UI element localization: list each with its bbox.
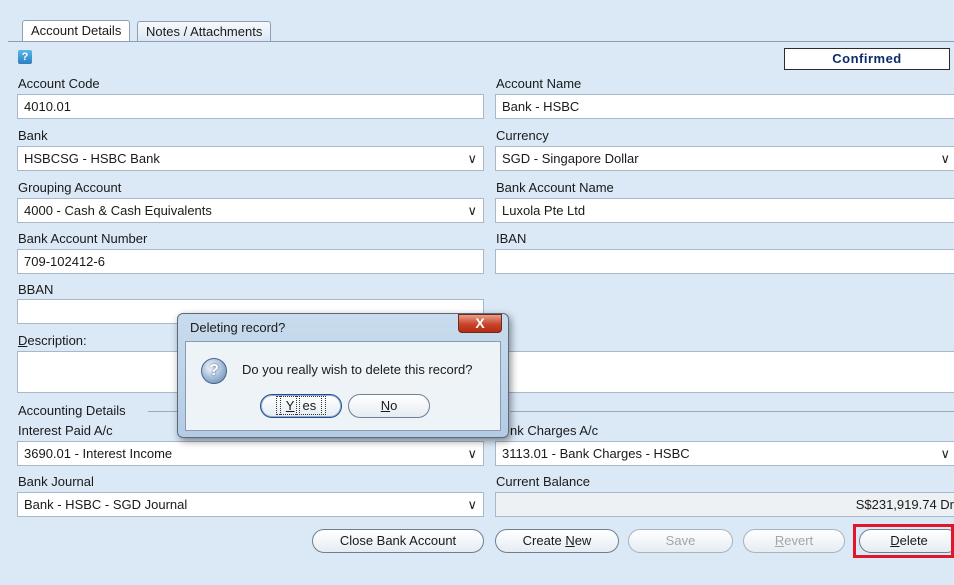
bank-account-name-input[interactable]: Luxola Pte Ltd bbox=[495, 198, 954, 223]
bank-journal-label: Bank Journal bbox=[18, 474, 94, 489]
close-icon[interactable]: X bbox=[458, 314, 502, 333]
close-bank-account-button[interactable]: Close Bank Account bbox=[312, 529, 484, 553]
description-label-mnemonic: D bbox=[18, 333, 28, 348]
yes-button[interactable]: Yes bbox=[260, 394, 342, 418]
iban-input[interactable] bbox=[495, 249, 954, 274]
account-name-input[interactable]: Bank - HSBC bbox=[495, 94, 954, 119]
currency-label: Currency bbox=[496, 128, 549, 143]
bank-charges-select[interactable]: 3113.01 - Bank Charges - HSBC ∨ bbox=[495, 441, 954, 466]
section-divider bbox=[510, 411, 954, 412]
tab-notes-attachments[interactable]: Notes / Attachments bbox=[137, 21, 272, 42]
chevron-down-icon: ∨ bbox=[467, 497, 477, 512]
interest-paid-select[interactable]: 3690.01 - Interest Income ∨ bbox=[17, 441, 484, 466]
yes-mnemonic: Y bbox=[279, 396, 301, 415]
save-button[interactable]: Save bbox=[628, 529, 733, 553]
grouping-account-select[interactable]: 4000 - Cash & Cash Equivalents ∨ bbox=[17, 198, 484, 223]
bank-account-name-label: Bank Account Name bbox=[496, 180, 614, 195]
no-label-rest: o bbox=[390, 398, 398, 413]
create-new-button[interactable]: Create New bbox=[495, 529, 619, 553]
help-icon[interactable]: ? bbox=[18, 50, 32, 64]
iban-label: IBAN bbox=[496, 231, 527, 246]
bank-journal-select[interactable]: Bank - HSBC - SGD Journal ∨ bbox=[17, 492, 484, 517]
bank-charges-value: 3113.01 - Bank Charges - HSBC bbox=[502, 446, 690, 461]
no-mnemonic: N bbox=[380, 398, 391, 413]
section-divider bbox=[148, 411, 180, 412]
description-label-rest: escription: bbox=[27, 333, 87, 348]
bank-select[interactable]: HSBCSG - HSBC Bank ∨ bbox=[17, 146, 484, 171]
revert-label-rest: evert bbox=[784, 533, 814, 548]
chevron-down-icon: ∨ bbox=[467, 151, 477, 166]
delete-highlight-box bbox=[853, 524, 954, 558]
chevron-down-icon: ∨ bbox=[940, 151, 950, 166]
currency-select[interactable]: SGD - Singapore Dollar ∨ bbox=[495, 146, 954, 171]
question-icon: ? bbox=[201, 358, 227, 384]
tab-divider bbox=[8, 41, 954, 42]
account-code-label: Account Code bbox=[18, 76, 100, 91]
revert-button[interactable]: Revert bbox=[743, 529, 845, 553]
grouping-account-value: 4000 - Cash & Cash Equivalents bbox=[24, 203, 212, 218]
bank-select-value: HSBCSG - HSBC Bank bbox=[24, 151, 160, 166]
current-balance-label: Current Balance bbox=[496, 474, 590, 489]
currency-select-value: SGD - Singapore Dollar bbox=[502, 151, 639, 166]
revert-mnemonic: R bbox=[774, 533, 785, 548]
delete-confirm-dialog: Deleting record? X ? Do you really wish … bbox=[177, 313, 509, 438]
interest-paid-label: Interest Paid A/c bbox=[18, 423, 113, 438]
tab-account-details[interactable]: Account Details bbox=[22, 20, 131, 42]
chevron-down-icon: ∨ bbox=[467, 203, 477, 218]
dialog-title: Deleting record? bbox=[190, 320, 286, 335]
status-badge: Confirmed bbox=[784, 48, 950, 70]
yes-button-label: Yes bbox=[275, 396, 327, 415]
bank-account-number-label: Bank Account Number bbox=[18, 231, 148, 246]
dialog-body: ? Do you really wish to delete this reco… bbox=[185, 341, 501, 431]
yes-label-rest: es bbox=[296, 396, 323, 415]
create-new-mnemonic: N bbox=[565, 533, 575, 548]
accounting-details-heading: Accounting Details bbox=[18, 403, 126, 418]
dialog-message: Do you really wish to delete this record… bbox=[242, 362, 473, 377]
current-balance-field: S$231,919.74 Dr bbox=[495, 492, 954, 517]
bank-account-number-input[interactable]: 709-102412-6 bbox=[17, 249, 484, 274]
account-name-label: Account Name bbox=[496, 76, 582, 91]
grouping-account-label: Grouping Account bbox=[18, 180, 122, 195]
create-new-label: Create bbox=[522, 533, 566, 548]
bank-label: Bank bbox=[18, 128, 48, 143]
bank-charges-label: nk Charges A/c bbox=[510, 423, 599, 438]
interest-paid-value: 3690.01 - Interest Income bbox=[24, 446, 173, 461]
account-code-input[interactable]: 4010.01 bbox=[17, 94, 484, 119]
chevron-down-icon: ∨ bbox=[467, 446, 477, 461]
create-new-label-rest: ew bbox=[574, 533, 592, 548]
no-button[interactable]: No bbox=[348, 394, 430, 418]
bban-label: BBAN bbox=[18, 282, 54, 297]
chevron-down-icon: ∨ bbox=[940, 446, 950, 461]
bank-journal-value: Bank - HSBC - SGD Journal bbox=[24, 497, 188, 512]
description-label: Description: bbox=[18, 333, 87, 348]
